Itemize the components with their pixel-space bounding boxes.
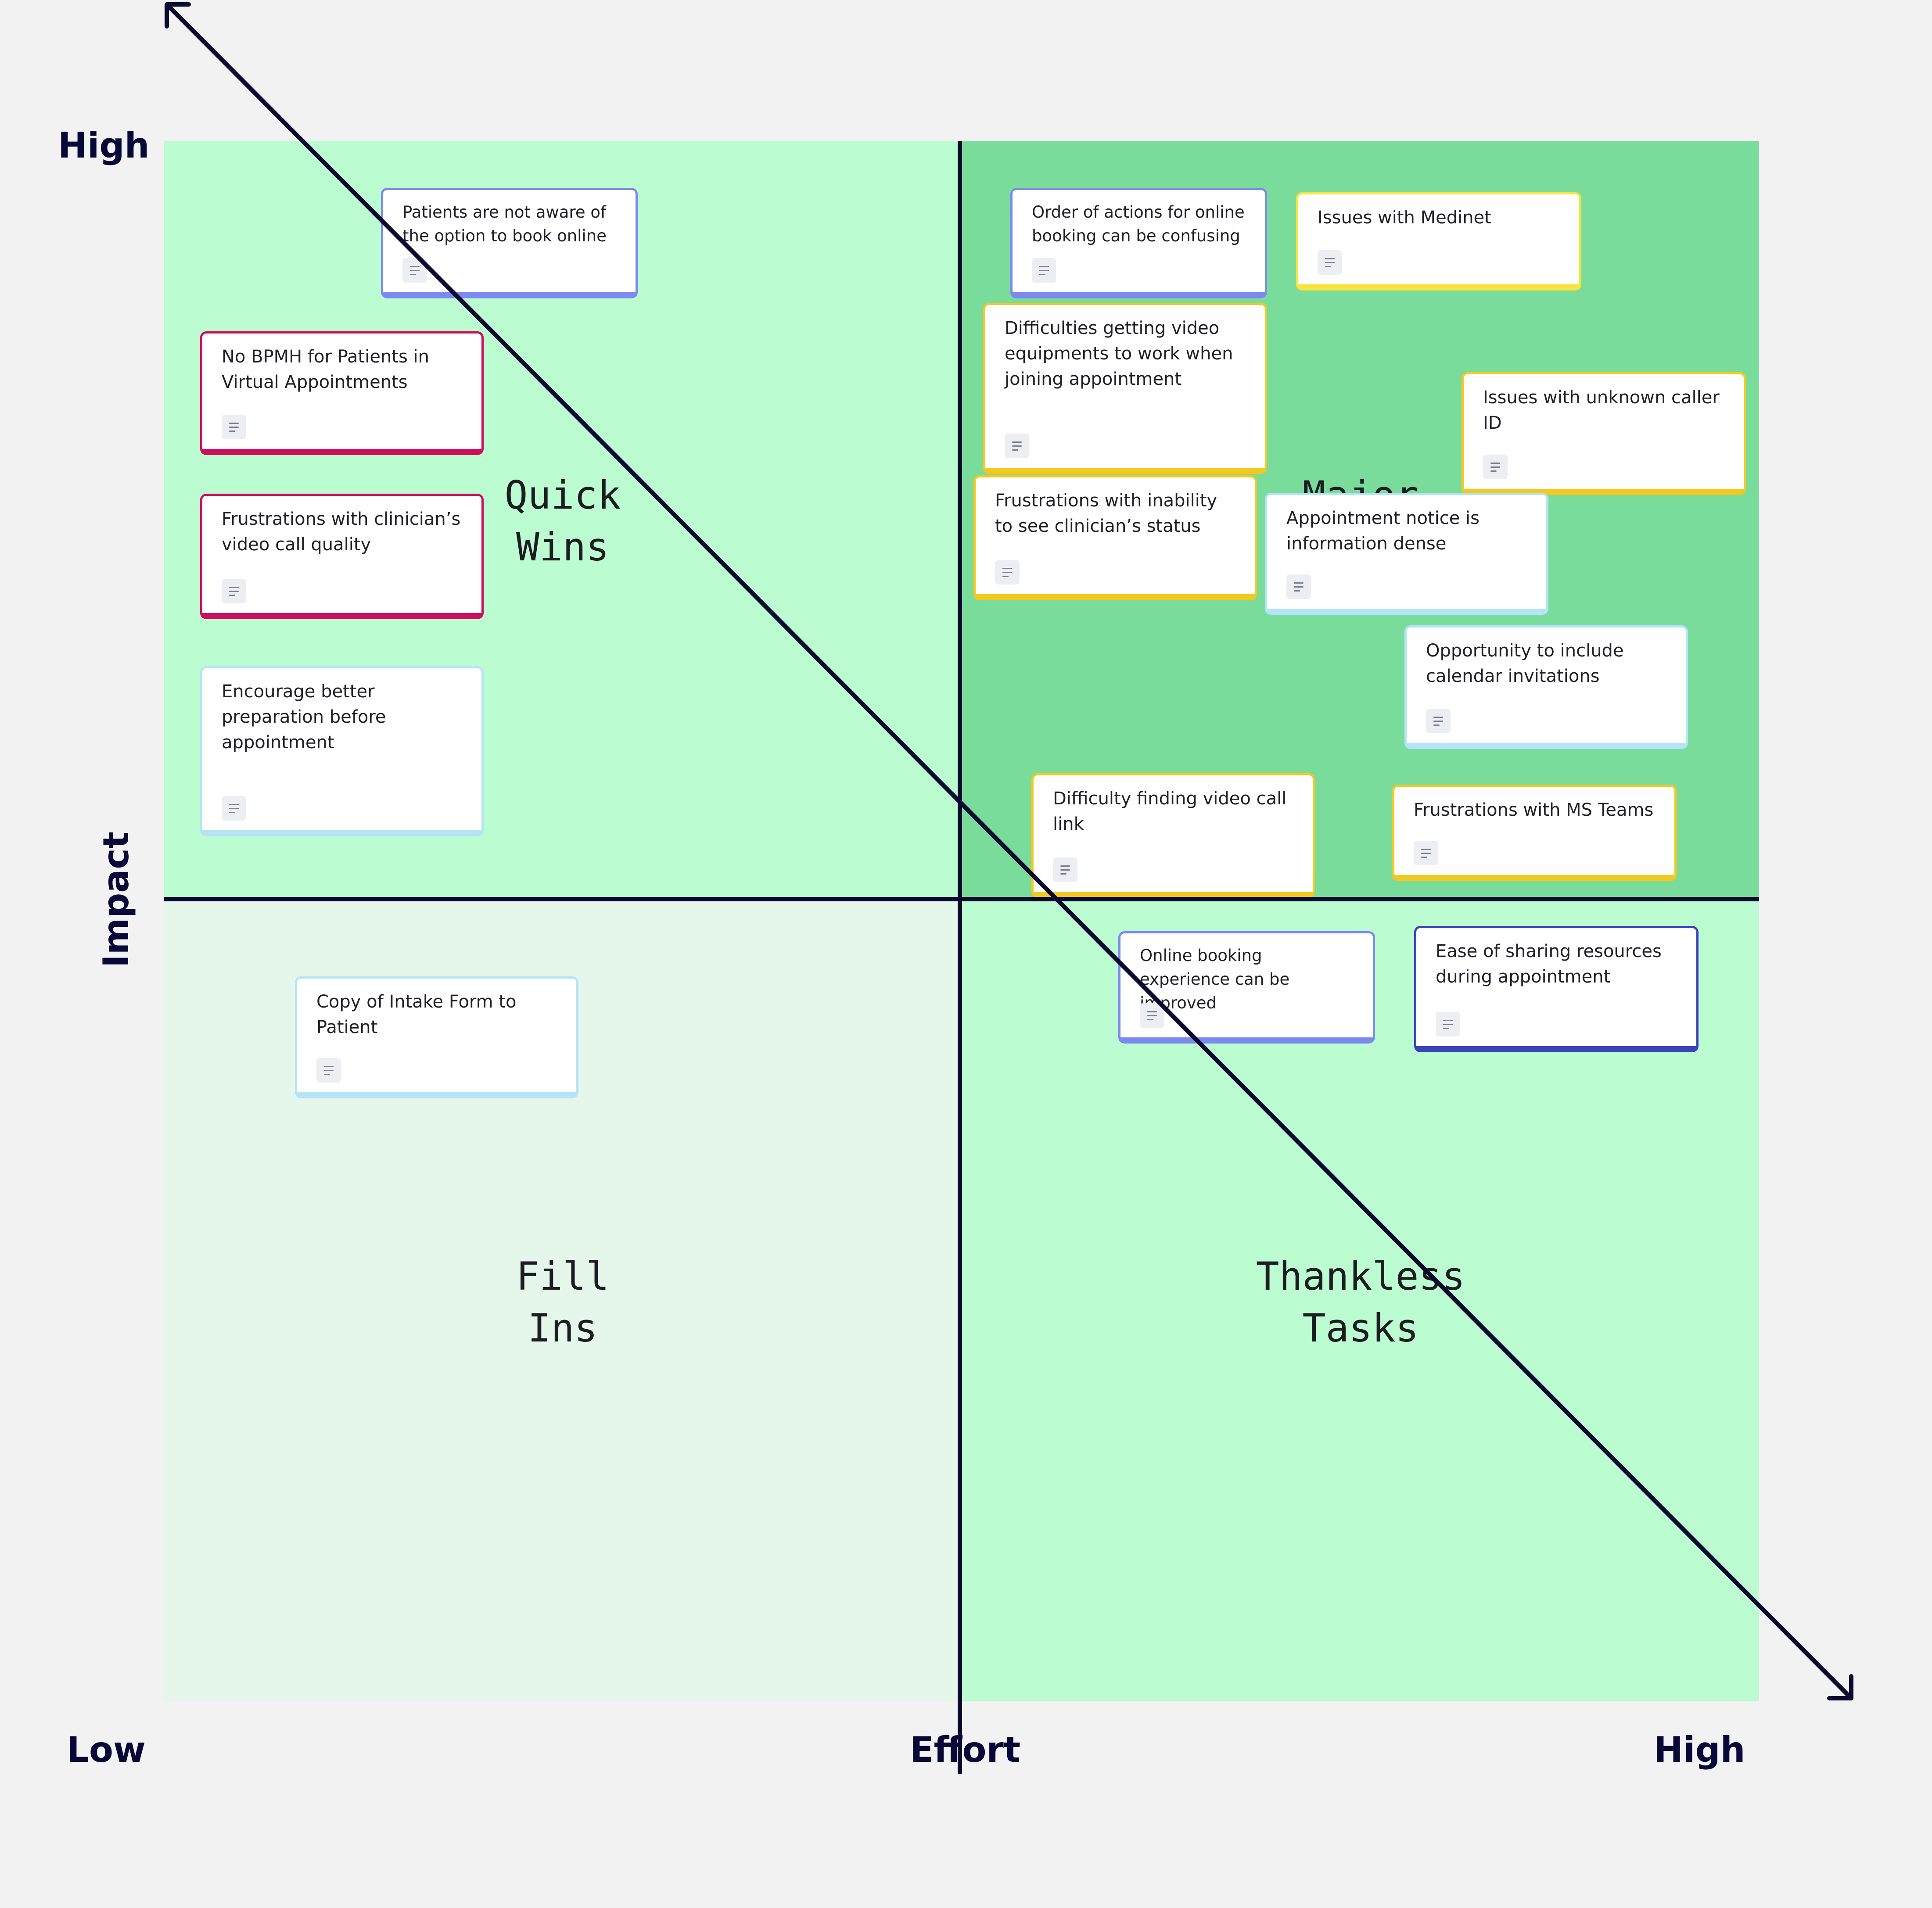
effort-low-label: Low xyxy=(67,1729,146,1770)
effort-high-label: High xyxy=(1654,1729,1745,1770)
diagonal-arrow xyxy=(165,2,1853,1700)
impact-axis-label: Impact xyxy=(96,831,136,968)
effort-axis-divider xyxy=(958,141,962,1774)
impact-high-label: High xyxy=(58,125,150,166)
impact-axis-divider xyxy=(164,897,1759,901)
effort-axis-label: Effort xyxy=(910,1729,1021,1770)
